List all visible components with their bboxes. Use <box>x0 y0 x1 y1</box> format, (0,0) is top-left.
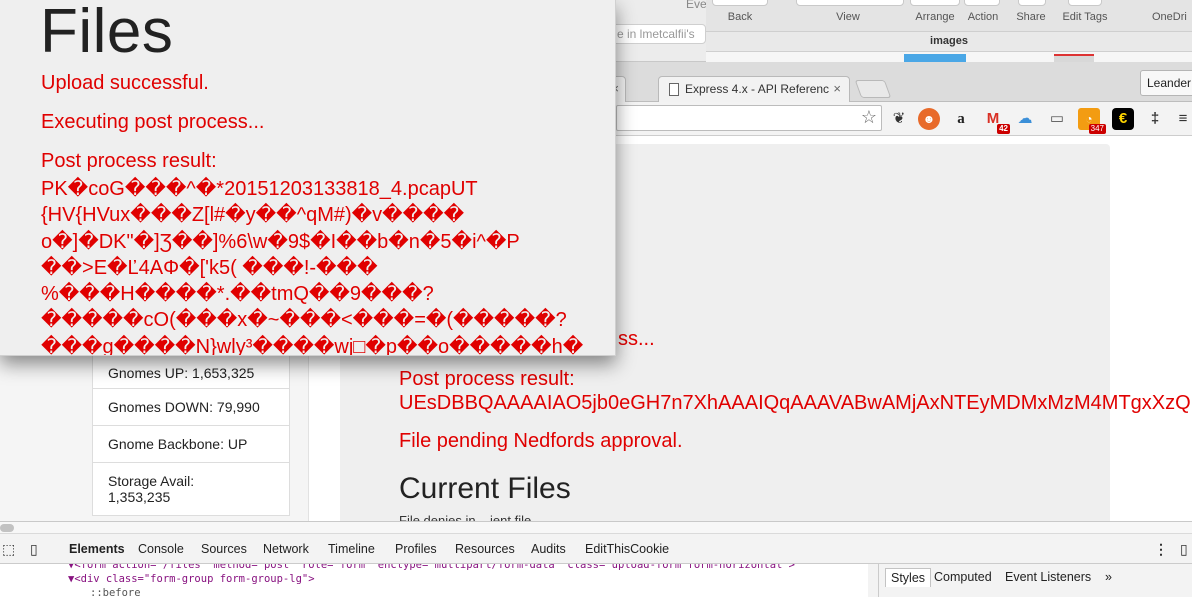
executing-tail: ss... <box>618 328 655 350</box>
devtools-tab-bar: ⬚ ▯ Elements Console Sources Network Tim… <box>0 536 1192 564</box>
post-result-label: Post process result: <box>399 368 575 390</box>
tab-elements[interactable]: Elements <box>69 542 125 556</box>
arrange-button[interactable] <box>910 0 960 6</box>
share-button[interactable] <box>1018 0 1046 6</box>
edit-tags-button[interactable] <box>1068 0 1102 6</box>
cast-icon[interactable]: ▭ <box>1046 108 1068 130</box>
document-icon <box>669 83 679 96</box>
edit-tags-label: Edit Tags <box>1062 11 1108 23</box>
cookie-icon[interactable]: € <box>1112 108 1134 130</box>
post-result-label: Post process result: <box>41 150 217 172</box>
finder-search-field[interactable]: e in lmetcalfii's <box>610 24 706 44</box>
current-files-subtext: File denies in ...ient file ... <box>399 513 546 521</box>
dom-node-form[interactable]: ▼<form action="/files" method="post" rol… <box>0 564 868 572</box>
scrollbar-thumb[interactable] <box>0 524 14 532</box>
output-line: ���g����N}wly³����wj□�p��o�����h� <box>41 335 584 356</box>
tab-console[interactable]: Console <box>138 542 184 556</box>
styles-sidebar: Styles Computed Event Listeners » <box>878 564 1192 597</box>
new-tab-button[interactable] <box>854 80 892 98</box>
menu-icon[interactable]: ≡ <box>1172 108 1192 130</box>
finder-path-bar: images <box>706 32 1192 52</box>
devtools-panel: ⬚ ▯ Elements Console Sources Network Tim… <box>0 521 1192 597</box>
upload-message: Upload successful. <box>41 72 209 94</box>
image-thumbnail[interactable] <box>1054 54 1094 62</box>
files-window: Files Upload successful. Executing post … <box>0 0 616 356</box>
finder-toolbar: Back View Arrange Action Share Edit Tags… <box>706 0 1192 32</box>
tab-title: Express 4.x - API Referenc <box>685 82 830 96</box>
evernote-icon[interactable]: ❦ <box>888 108 910 130</box>
dom-node-before[interactable]: ::before <box>0 586 868 597</box>
output-line: �����ϲO(���x�~���<���=�(�����? <box>41 309 567 332</box>
tab-event-listeners[interactable]: Event Listeners <box>1005 570 1091 584</box>
output-line: {HV{HVux���Z[l#�y��^qM#)�v���� <box>41 204 465 227</box>
more-options-icon[interactable]: ⋮ <box>1154 541 1168 558</box>
tab-sources[interactable]: Sources <box>201 542 247 556</box>
action-label: Action <box>967 11 999 23</box>
tab-resources[interactable]: Resources <box>455 542 515 556</box>
stat-storage-label: Storage Avail: <box>108 473 195 489</box>
dom-node-div[interactable]: ▼<div class="form-group form-group-lg"> <box>0 572 868 586</box>
share-label: Share <box>1016 11 1046 23</box>
arrange-label: Arrange <box>915 11 955 23</box>
finder-path-title: images <box>930 35 968 47</box>
output-line: %���H����*.��tmQ��9���? <box>41 283 434 306</box>
pending-message: File pending Nedfords approval. <box>399 430 683 452</box>
image-thumbnail[interactable] <box>904 54 966 62</box>
finder-top-label: Eve <box>686 0 707 11</box>
gmail-icon[interactable]: M 42 <box>982 108 1010 134</box>
action-button[interactable] <box>964 0 1000 6</box>
output-line: ��>E�Ľ4AΦ�['k5( ���!-��� <box>41 256 378 279</box>
stat-storage: Storage Avail: 1,353,235 <box>92 462 290 516</box>
amazon-icon[interactable]: a <box>950 108 972 130</box>
stat-gnomes-down: Gnomes DOWN: 79,990 <box>92 388 290 426</box>
device-mode-icon[interactable]: ▯ <box>30 541 38 558</box>
tab-audits[interactable]: Audits <box>531 542 566 556</box>
chrome-tab-bar: × Express 4.x - API Referenc × Leander <box>596 62 1192 102</box>
back-label: Back <box>727 11 753 23</box>
tab-network[interactable]: Network <box>263 542 309 556</box>
tab-profiles[interactable]: Profiles <box>395 542 437 556</box>
tab-timeline[interactable]: Timeline <box>328 542 375 556</box>
back-button[interactable] <box>712 0 768 6</box>
more-tabs-icon[interactable]: » <box>1105 570 1112 584</box>
post-result-output: PK�coG���^�*20151203133818_4.pcapUT {HV{… <box>41 176 611 356</box>
stat-storage-value: 1,353,235 <box>108 489 171 505</box>
close-icon[interactable]: × <box>833 81 841 96</box>
executing-message: Executing post process... <box>41 111 265 133</box>
star-icon[interactable]: ☆ <box>861 107 877 128</box>
tab-express-api[interactable]: Express 4.x - API Referenc × <box>658 76 850 102</box>
page-title: Files <box>40 0 174 66</box>
horizontal-scrollbar[interactable] <box>0 522 1192 534</box>
santa-icon[interactable]: ☻ <box>918 108 940 130</box>
chrome-toolbar: ☆ ❦ ☻ a M 42 ☁ ▭ ◔ 347 € ‡ ≡ <box>600 102 1192 136</box>
tools-icon[interactable]: ‡ <box>1144 108 1166 130</box>
stat-backbone: Gnome Backbone: UP <box>92 425 290 463</box>
rss-badge: 347 <box>1088 124 1106 134</box>
dock-icon[interactable]: ▯ <box>1180 541 1188 558</box>
onedrive-label: OneDri <box>1152 11 1187 23</box>
current-files-heading: Current Files <box>399 472 571 505</box>
elements-tree: ▼<form action="/files" method="post" rol… <box>0 564 868 597</box>
output-line: o�]�DK"�]Ʒ��]%6\w�9$�I��b�n�5�i^�P <box>41 230 520 253</box>
post-result-value: UEsDBBQAAAAIAO5jb0eGH7n7XhAAAIQqAAAVABwA… <box>399 392 1192 414</box>
stat-gnomes-up: Gnomes UP: 1,653,325 <box>92 355 290 389</box>
inspect-element-icon[interactable]: ⬚ <box>2 541 15 558</box>
rss-icon[interactable]: ◔ 347 <box>1078 108 1106 134</box>
tab-editthiscookie[interactable]: EditThisCookie <box>585 542 669 556</box>
cloud-icon[interactable]: ☁ <box>1014 108 1036 130</box>
view-label: View <box>836 11 860 23</box>
tab-styles[interactable]: Styles <box>885 568 932 587</box>
view-buttons[interactable] <box>796 0 904 6</box>
address-bar[interactable]: ☆ <box>616 105 882 131</box>
tab-computed[interactable]: Computed <box>934 570 992 584</box>
profile-button[interactable]: Leander <box>1140 70 1192 96</box>
gmail-badge: 42 <box>997 124 1010 134</box>
finder-window: Eve e in lmetcalfii's Back View Arrange … <box>600 0 1192 62</box>
output-line: PK�coG���^�*20151203133818_4.pcapUT <box>41 178 478 200</box>
stats-list: Gnomes UP: 1,653,325 Gnomes DOWN: 79,990… <box>92 355 290 516</box>
finder-thumbnails <box>706 52 1192 62</box>
